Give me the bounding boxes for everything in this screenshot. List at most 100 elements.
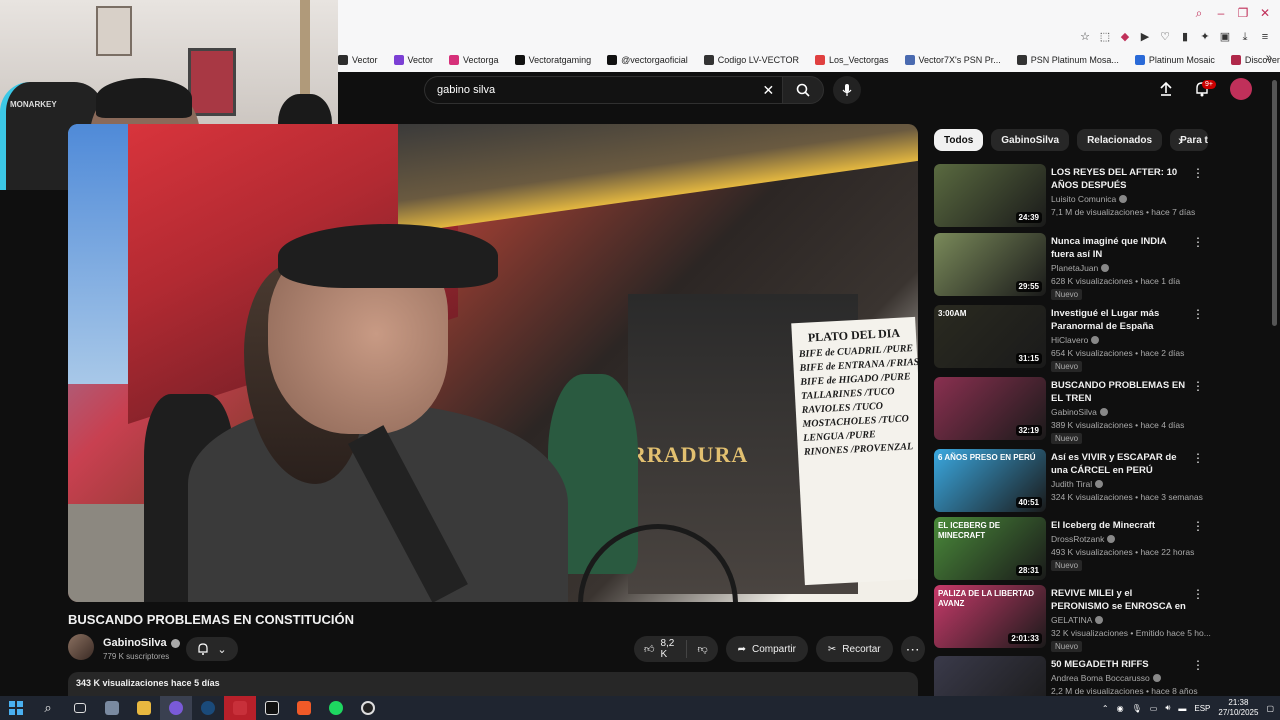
recommended-channel-wrap[interactable]: Andrea Boma Boccarusso (1051, 673, 1161, 683)
menu-icon[interactable]: ≡ (1258, 30, 1272, 44)
taskbar-app-spotify[interactable] (320, 696, 352, 720)
search-tabs-icon[interactable]: ⌕ (1190, 4, 1208, 22)
recommended-channel-wrap[interactable]: GabinoSilva (1051, 407, 1108, 417)
bookmark-item[interactable]: @vectorgaoficial (607, 55, 688, 65)
filter-chip[interactable]: Para ti (1170, 129, 1209, 151)
mic-tray-icon[interactable]: 🎙︎ (1132, 704, 1142, 713)
page-scrollbar[interactable] (1272, 80, 1277, 326)
taskbar-app-red[interactable] (224, 696, 256, 720)
kebab-menu-icon[interactable]: ⋮ (1192, 235, 1204, 249)
video-thumbnail[interactable]: 29:55 (934, 233, 1046, 296)
video-thumbnail[interactable]: 6 AÑOS PRESO EN PERÚ 40:51 (934, 449, 1046, 512)
download-icon[interactable]: ⤓ (1238, 30, 1252, 44)
heart-icon[interactable]: ♡ (1158, 30, 1172, 44)
recommended-channel-wrap[interactable]: HiClavero (1051, 335, 1100, 345)
video-thumbnail[interactable]: 24:39 (934, 164, 1046, 227)
channel-avatar[interactable] (68, 634, 94, 660)
recommended-video[interactable]: EL ICEBERG DE MINECRAFT 28:31 El Iceberg d… (934, 517, 1209, 583)
account-avatar[interactable] (1230, 78, 1252, 100)
notifications-center-icon[interactable]: ▢ (1266, 704, 1274, 713)
recommended-title[interactable]: Investigué el Lugar más Paranormal de Es… (1051, 307, 1191, 333)
kebab-menu-icon[interactable]: ⋮ (1192, 166, 1204, 180)
close-window-icon[interactable]: ✕ (1256, 4, 1274, 22)
recommended-title[interactable]: REVIVE MILEI y el PERONISMO se ENROSCA e… (1051, 587, 1191, 615)
clip-button[interactable]: ✂ Recortar (815, 636, 893, 662)
recommended-channel-wrap[interactable]: Luisito Comunica (1051, 194, 1128, 204)
recommended-video[interactable]: 3:00AM 31:15 Investigué el Lugar más Paran… (934, 305, 1209, 372)
play-icon[interactable]: ▶ (1138, 30, 1152, 44)
bookmark-item[interactable]: Discover Games -... (1230, 55, 1280, 65)
recommended-channel-wrap[interactable]: Judith Tiral (1051, 479, 1104, 489)
kebab-menu-icon[interactable]: ⋮ (1192, 307, 1204, 321)
bookmark-item[interactable]: Vectorga (449, 55, 499, 65)
filter-chip[interactable]: Todos (934, 129, 984, 151)
search-input[interactable]: gabino silva ✕ (424, 76, 783, 104)
language-indicator[interactable]: ESP (1194, 704, 1210, 713)
taskbar-app-files[interactable] (128, 696, 160, 720)
taskbar-app-steam[interactable] (192, 696, 224, 720)
recommended-video[interactable]: 6 AÑOS PRESO EN PERÚ 40:51 Así es VIVIR y … (934, 449, 1209, 515)
recommended-video[interactable]: 32:19 BUSCANDO PROBLEMAS EN EL TREN Gabino… (934, 377, 1209, 444)
search-button[interactable] (782, 76, 824, 104)
recommended-title[interactable]: El Iceberg de Minecraft (1051, 519, 1191, 532)
bookmark-item[interactable]: Vector (393, 55, 433, 65)
recommended-channel-wrap[interactable]: PlanetaJuan (1051, 263, 1110, 273)
channel-name-wrap[interactable]: GabinoSilva (103, 637, 180, 649)
kebab-menu-icon[interactable]: ⋮ (1192, 587, 1204, 601)
tray-app-icon[interactable]: ◉ (1117, 704, 1124, 713)
bookmark-item[interactable]: Platinum Mosaic (1134, 55, 1215, 65)
taskbar-app-explorer2[interactable] (96, 696, 128, 720)
bookmark-icon[interactable]: ☆ (1078, 30, 1092, 44)
start-button[interactable] (0, 696, 32, 720)
extensions-icon[interactable]: ✦ (1198, 30, 1212, 44)
upload-icon[interactable] (1158, 81, 1174, 97)
bookmark-item[interactable]: PSN Platinum Mosa... (1016, 55, 1119, 65)
bookmark-item[interactable]: Los_Vectorgas (814, 55, 889, 65)
clear-search-icon[interactable]: ✕ (762, 82, 774, 99)
video-thumbnail[interactable]: PALIZA DE LA LIBERTAD AVANZ 2:01:33 (934, 585, 1046, 648)
taskbar-app-ea[interactable] (256, 696, 288, 720)
bookmark-item[interactable]: Vectoratgaming (514, 55, 591, 65)
recommended-video[interactable]: PALIZA DE LA LIBERTAD AVANZ 2:01:33 REVIVE… (934, 585, 1211, 652)
recommended-video[interactable]: 29:55 Nunca imaginé que INDIA fuera así I… (934, 233, 1209, 300)
volume-icon[interactable]: 🔊︎ (1165, 703, 1170, 713)
shield-icon[interactable]: ◆ (1118, 30, 1132, 44)
wallet-icon[interactable]: ▣ (1218, 30, 1232, 44)
kebab-menu-icon[interactable]: ⋮ (1192, 658, 1204, 672)
taskbar-app-obs[interactable] (352, 696, 384, 720)
video-thumbnail[interactable]: EL ICEBERG DE MINECRAFT 28:31 (934, 517, 1046, 580)
kebab-menu-icon[interactable]: ⋮ (1192, 519, 1204, 533)
description-box[interactable]: 343 K visualizaciones hace 5 días (68, 672, 918, 696)
kebab-menu-icon[interactable]: ⋮ (1192, 379, 1204, 393)
share-button[interactable]: ➦ Compartir (725, 636, 808, 662)
filter-chip[interactable]: GabinoSilva (991, 129, 1070, 151)
dislike-button[interactable]: 👎︎ (687, 643, 717, 655)
screenshot-icon[interactable]: ⬚ (1098, 30, 1112, 44)
restore-icon[interactable]: ❐ (1234, 4, 1252, 22)
clock[interactable]: 21:38 27/10/2025 (1218, 698, 1258, 718)
recommended-title[interactable]: 50 MEGADETH RIFFS (1051, 658, 1191, 671)
minimize-icon[interactable]: – (1212, 4, 1230, 22)
network-icon[interactable]: ▭ (1150, 704, 1158, 713)
bookmarks-more-icon[interactable]: » (1266, 52, 1272, 64)
like-button[interactable]: 👍︎ 8,2 K (634, 638, 688, 660)
taskbar-search[interactable]: ⌕ (32, 696, 64, 720)
video-player[interactable]: RRADURA PLATO DEL DIA BIFE de CUADRIL /P… (68, 124, 918, 602)
recommended-title[interactable]: Así es VIVIR y ESCAPAR de una CÁRCEL en … (1051, 451, 1191, 477)
voice-search-button[interactable] (833, 76, 861, 104)
recommended-title[interactable]: BUSCANDO PROBLEMAS EN EL TREN (1051, 379, 1191, 405)
more-actions-button[interactable]: ⋯ (900, 636, 925, 662)
recommended-title[interactable]: LOS REYES DEL AFTER: 10 AÑOS DESPUÉS (1051, 166, 1191, 192)
chevron-right-icon[interactable]: › (1178, 132, 1183, 148)
recommended-channel-wrap[interactable]: DrossRotzank (1051, 534, 1116, 544)
video-thumbnail[interactable]: 3:00AM 31:15 (934, 305, 1046, 368)
subscription-bell-button[interactable]: ⌄ (186, 637, 238, 661)
kebab-menu-icon[interactable]: ⋮ (1192, 451, 1204, 465)
sidebar-icon[interactable]: ▮ (1178, 30, 1192, 44)
recommended-channel-wrap[interactable]: GELATINA (1051, 615, 1104, 625)
battery-icon[interactable]: ▬ (1178, 704, 1186, 713)
taskbar-app-discord[interactable] (160, 696, 192, 720)
bookmark-item[interactable]: Vector7X's PSN Pr... (904, 55, 1001, 65)
taskbar-app-brave[interactable] (288, 696, 320, 720)
filter-chip[interactable]: Relacionados (1077, 129, 1163, 151)
